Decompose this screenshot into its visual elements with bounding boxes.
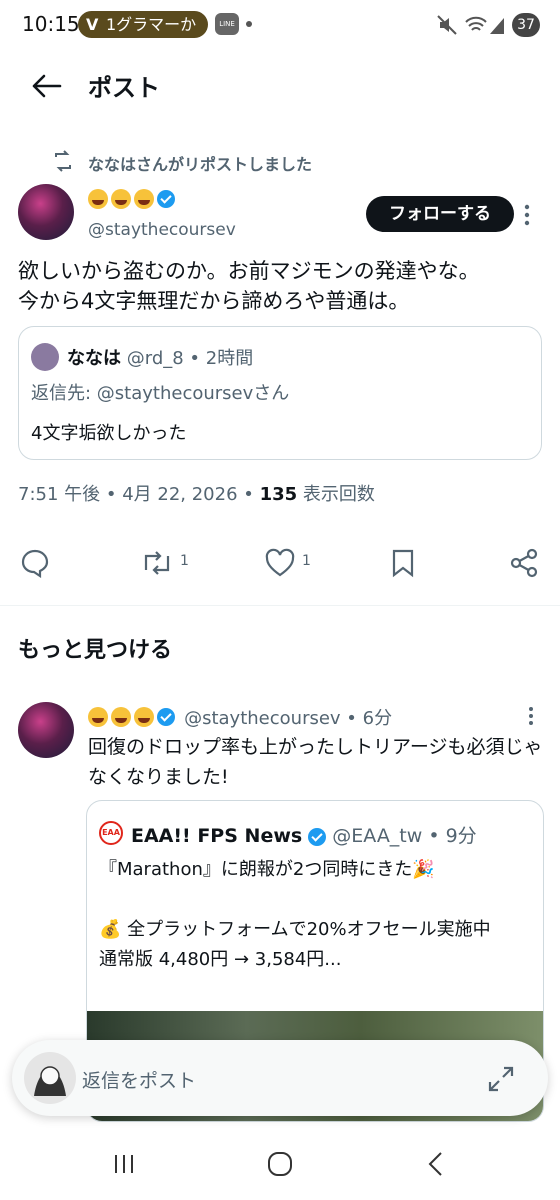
- discover-heading: もっと見つける: [18, 638, 173, 663]
- quote-author: ななは @rd_8 • 2時間: [67, 344, 253, 370]
- quote-reply-to: 返信先: @staythecoursevさん: [31, 383, 290, 404]
- verified-icon: [157, 189, 175, 208]
- follow-button[interactable]: フォローする: [366, 196, 514, 232]
- post2-text: 回復のドロップ率も上がったしトリアージも必須じゃなくなりました!: [88, 736, 543, 788]
- post-meta: 7:51 午後 • 4月 22, 2026 • 135 表示回数: [18, 480, 375, 506]
- quoted-post[interactable]: ななは @rd_8 • 2時間 返信先: @staythecoursevさん 4…: [18, 326, 542, 460]
- post-text: 欲しいから盗むのか。お前マジモンの発達やな。 今から4文字無理だから諦めろや普通…: [18, 256, 543, 316]
- verified-icon: [308, 827, 327, 846]
- card-handle-time: @EAA_tw • 9分: [332, 825, 477, 847]
- laughing-emoji-icon: [111, 188, 131, 209]
- views-count: 135: [259, 484, 298, 505]
- like-icon[interactable]: [264, 548, 296, 578]
- views-label: 表示回数: [297, 484, 375, 505]
- app-logo-icon: V: [86, 15, 99, 34]
- notification-dot-icon: [246, 21, 252, 27]
- post-timestamp: 7:51 午後 • 4月 22, 2026 •: [18, 484, 260, 505]
- more-icon[interactable]: [524, 204, 530, 226]
- author-handle[interactable]: @staythecoursev: [88, 220, 236, 240]
- repost-text: ななはさんがリポストしました: [88, 155, 313, 174]
- reply-composer[interactable]: 返信をポスト: [12, 1040, 548, 1116]
- mute-icon: [437, 15, 457, 35]
- pill-text: 1グラマーか: [106, 15, 197, 34]
- eaa-logo: EAA: [99, 821, 123, 845]
- status-bar: 10:15 V 1グラマーか LINE 37: [0, 0, 560, 50]
- avatar[interactable]: [18, 184, 74, 240]
- nav-back-icon[interactable]: [426, 1150, 446, 1178]
- laughing-emoji-icon: [111, 707, 131, 727]
- quote-name: ななは: [67, 348, 121, 369]
- card-text: 『Marathon』に朗報が2つ同時にきた🎉 💰 全プラットフォームで20%オフ…: [99, 855, 529, 975]
- quote-avatar: [31, 343, 59, 371]
- share-icon[interactable]: [508, 548, 540, 578]
- retweet-icon[interactable]: [140, 548, 174, 578]
- author-name-emoji[interactable]: [88, 188, 175, 209]
- card-author: EAA!! FPS News @EAA_tw • 9分: [131, 821, 477, 848]
- post2-handle-time: @staythecoursev • 6分: [184, 708, 393, 729]
- reply-icon[interactable]: [20, 548, 50, 578]
- laughing-emoji-icon: [88, 707, 108, 727]
- action-bar: 1 1: [0, 538, 560, 588]
- verified-icon: [157, 708, 175, 726]
- card-line-1: 『Marathon』に朗報が2つ同時にきた🎉: [99, 859, 435, 880]
- laughing-emoji-icon: [134, 188, 154, 209]
- avatar[interactable]: [18, 702, 74, 758]
- battery-indicator: 37: [512, 13, 540, 37]
- card-spacer: [99, 885, 529, 915]
- page-title: ポスト: [88, 74, 160, 102]
- recent-apps-icon[interactable]: [112, 1152, 136, 1176]
- divider: [0, 605, 560, 606]
- system-nav-bar: [0, 1130, 560, 1200]
- card-name: EAA!! FPS News: [131, 825, 303, 847]
- bookmark-icon[interactable]: [390, 548, 416, 578]
- quote-text: 4文字垢欲しかった: [31, 423, 187, 444]
- laughing-emoji-icon: [88, 188, 108, 209]
- quote-handle-time: @rd_8 • 2時間: [126, 348, 254, 369]
- retweet-count: 1: [180, 553, 189, 569]
- like-count: 1: [302, 553, 311, 569]
- post-text-line-1: 欲しいから盗むのか。お前マジモンの発達やな。: [18, 259, 480, 283]
- back-arrow-icon[interactable]: [30, 72, 62, 100]
- line-app-icon: LINE: [215, 13, 239, 35]
- repost-indicator[interactable]: ななはさんがリポストしました: [52, 150, 372, 174]
- reply-placeholder[interactable]: 返信をポスト: [82, 1066, 196, 1093]
- laughing-emoji-icon: [134, 707, 154, 727]
- post-text-line-2: 今から4文字無理だから諦めろや普通は。: [18, 289, 410, 313]
- card-line-3: 通常版 4,480円 → 3,584円...: [99, 949, 342, 970]
- signal-icon: [490, 18, 504, 34]
- more-icon[interactable]: [528, 706, 534, 726]
- expand-icon[interactable]: [486, 1064, 516, 1094]
- user-avatar: [24, 1052, 76, 1104]
- wifi-icon: [465, 16, 487, 31]
- home-icon[interactable]: [266, 1150, 294, 1178]
- repost-icon: [55, 150, 71, 172]
- card-line-2: 💰 全プラットフォームで20%オフセール実施中: [99, 919, 491, 940]
- status-time: 10:15: [22, 12, 80, 36]
- notification-pill[interactable]: V 1グラマーか: [78, 11, 208, 38]
- post2-author[interactable]: @staythecoursev • 6分: [88, 704, 392, 730]
